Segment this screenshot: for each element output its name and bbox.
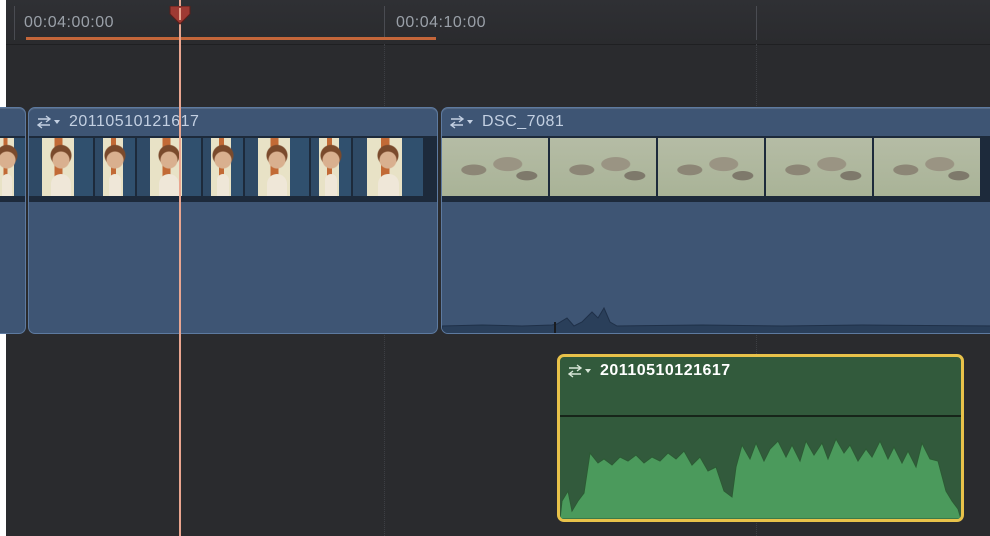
audio-clip-1[interactable]: 20110510121617 (557, 354, 964, 522)
connection-line (554, 322, 556, 333)
ruler-timecode: 00:04:00:00 (24, 14, 115, 31)
video-clip-stub[interactable] (0, 107, 26, 334)
filmstrip (442, 136, 990, 202)
thumbnail-frame (874, 138, 980, 196)
clip-name: DSC_7081 (482, 113, 565, 130)
thumbnail-frame (658, 138, 764, 196)
ruler-tick (384, 6, 385, 40)
ruler-tick (14, 6, 15, 40)
video-clip-1[interactable]: 20110510121617 (28, 107, 438, 334)
thumbnail-frame (311, 138, 351, 196)
thumbnail-frame (550, 138, 656, 196)
clip-name: 20110510121617 (600, 362, 731, 379)
clip-menu-icon[interactable] (568, 363, 594, 379)
thumbnail-frame (766, 138, 872, 196)
audio-waveform (560, 437, 961, 519)
clip-title[interactable]: 20110510121617 (37, 112, 199, 132)
audio-waveform (442, 306, 990, 333)
video-clip-2[interactable]: DSC_7081 (441, 107, 990, 334)
timeline-ruler[interactable]: 00:04:00:00 00:04:10:00 (6, 0, 990, 45)
clip-menu-icon[interactable] (37, 114, 63, 130)
clip-title[interactable]: DSC_7081 (450, 112, 564, 132)
volume-line[interactable] (560, 415, 961, 417)
thumbnail-frame (353, 138, 423, 196)
filmstrip (0, 136, 25, 202)
range-selection-bar[interactable] (26, 37, 436, 40)
ruler-timecode: 00:04:10:00 (396, 14, 487, 31)
thumbnail-frame (245, 138, 309, 196)
thumbnail-frame (137, 138, 201, 196)
thumbnail-frame (0, 138, 25, 196)
thumbnail-frame (442, 138, 548, 196)
thumbnail-frame (29, 138, 93, 196)
clip-title[interactable]: 20110510121617 (568, 361, 731, 381)
thumbnail-frame (203, 138, 243, 196)
ruler-tick (756, 6, 757, 40)
filmstrip (29, 136, 437, 202)
clip-menu-icon[interactable] (450, 114, 476, 130)
thumbnail-frame (95, 138, 135, 196)
playhead-line[interactable] (179, 0, 181, 536)
playhead-handle-icon[interactable] (168, 6, 192, 26)
